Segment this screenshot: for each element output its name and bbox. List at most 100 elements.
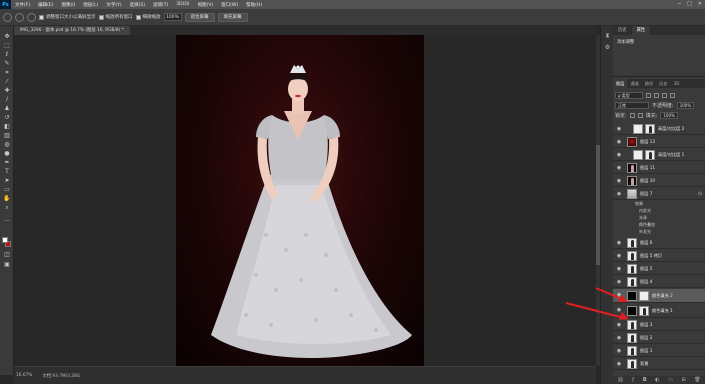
add-mask-icon[interactable]: ◘ (643, 377, 647, 383)
clone-stamp-icon[interactable]: ♟ (3, 106, 11, 112)
shape-tool-icon[interactable]: ▭ (3, 187, 11, 193)
menu-window[interactable]: 窗口(W) (217, 2, 242, 8)
layer-row[interactable]: ◉ 图层 5 拷贝 (613, 250, 705, 262)
eye-icon[interactable]: ◉ (616, 152, 622, 158)
menu-type[interactable]: 文字(Y) (102, 2, 125, 8)
layer-row[interactable]: ◉ 图层 7 fx (613, 188, 705, 200)
layer-row[interactable]: ◉ 高度/对比度 2 (613, 123, 705, 135)
effect-row[interactable]: 颜色叠加 (613, 222, 705, 229)
group-icon[interactable]: ▭ (668, 377, 673, 383)
tab-history-2[interactable]: 历史 (656, 79, 670, 88)
layer-mask-thumbnail[interactable] (645, 150, 655, 160)
eye-icon[interactable]: ◉ (616, 292, 622, 298)
eye-icon[interactable]: ◉ (616, 165, 622, 171)
eye-icon[interactable]: ◉ (616, 139, 622, 145)
crop-tool-icon[interactable]: ⌗ (3, 70, 11, 76)
effect-row[interactable]: 光泽 (613, 215, 705, 222)
layer-row[interactable]: ◉ 背景 (613, 358, 705, 370)
foreground-color-swatch[interactable] (2, 237, 8, 243)
tab-3d[interactable]: 3D (671, 79, 683, 88)
zoom-tool-icon[interactable] (3, 12, 12, 22)
layer-row[interactable]: ◉ 高度/对比度 1 (613, 149, 705, 161)
properties-panel-icon[interactable]: ⚙ (604, 44, 611, 51)
fill-field[interactable]: 100% (660, 111, 678, 119)
scrubby-zoom-checkbox[interactable]: 细微缩放 (135, 14, 161, 20)
layer-mask-thumbnail[interactable] (639, 291, 649, 301)
eye-icon[interactable]: ◉ (616, 335, 622, 341)
layer-row-selected[interactable]: ◉ 颜色填充 2 (613, 289, 705, 303)
new-layer-icon[interactable]: ⊞ (681, 377, 685, 383)
eye-icon[interactable]: ◉ (616, 240, 622, 246)
effects-badge[interactable]: fx (698, 191, 702, 196)
tab-channels[interactable]: 通道 (627, 79, 641, 88)
layer-mask-thumbnail[interactable] (639, 306, 649, 316)
lasso-tool-icon[interactable]: ℓ (3, 52, 11, 58)
lock-position-icon[interactable] (637, 112, 643, 118)
layer-row[interactable]: ◉ 图层 2 (613, 332, 705, 344)
menu-edit[interactable]: 编辑(E) (34, 2, 57, 8)
type-filter-icon[interactable] (662, 92, 667, 98)
layer-row[interactable]: ◉ 图层 11 (613, 162, 705, 174)
layer-row[interactable]: ◉ 图层 1 (613, 345, 705, 357)
type-tool-icon[interactable]: T (3, 169, 11, 175)
blend-mode-select[interactable]: 正常 (615, 101, 649, 109)
eye-icon[interactable]: ◉ (616, 191, 622, 197)
trash-icon[interactable]: 🗑 (694, 377, 700, 383)
zoom-out-icon[interactable] (27, 12, 36, 22)
eye-icon[interactable]: ◉ (616, 348, 622, 354)
layer-row[interactable]: ◉ 图层 13 (613, 136, 705, 148)
layer-row[interactable]: ◉ 图层 4 (613, 276, 705, 288)
eyedropper-tool-icon[interactable]: ⁄ (3, 79, 11, 85)
link-layers-icon[interactable]: ⛓ (617, 377, 623, 383)
minimize-icon[interactable]: ─ (678, 1, 681, 7)
tab-layers[interactable]: 图层 (613, 79, 628, 88)
path-select-icon[interactable]: ➤ (3, 178, 11, 184)
quick-mask-icon[interactable]: ◫ (3, 252, 11, 258)
effect-row[interactable]: 内发光 (613, 208, 705, 215)
quick-select-tool-icon[interactable]: ✎ (3, 61, 11, 67)
more-tools-icon[interactable]: … (3, 217, 11, 223)
layer-row[interactable]: ◉ 颜色填充 1 (613, 304, 705, 318)
adjust-filter-icon[interactable] (654, 92, 659, 98)
layer-row[interactable]: ◉ 图层 10 (613, 175, 705, 187)
gradient-tool-icon[interactable]: ▥ (3, 133, 11, 139)
eye-icon[interactable]: ◉ (616, 178, 622, 184)
document-tab[interactable]: IMG_3296 - 副本.psd @ 16.7% (图层 16, RGB/8)… (14, 26, 130, 35)
history-panel-icon[interactable]: ⧗ (604, 32, 611, 39)
eye-icon[interactable]: ◉ (616, 361, 622, 367)
healing-brush-icon[interactable]: ✚ (3, 88, 11, 94)
eye-icon[interactable]: ◉ (616, 279, 622, 285)
effect-row[interactable]: 外发光 (613, 229, 705, 236)
maximize-icon[interactable]: □ (687, 1, 692, 7)
marquee-tool-icon[interactable]: ⬚ (3, 43, 11, 49)
brush-tool-icon[interactable]: ∕ (3, 97, 11, 103)
kind-filter-select[interactable]: ρ 类型 (615, 91, 643, 99)
screen-mode-icon[interactable]: ▣ (3, 262, 11, 268)
eye-icon[interactable]: ◉ (616, 126, 622, 132)
pen-tool-icon[interactable]: ✒ (3, 160, 11, 166)
menu-layer[interactable]: 图层(L) (79, 2, 102, 8)
zoom-tool-icon[interactable]: ⌕ (3, 205, 11, 211)
history-brush-icon[interactable]: ↺ (3, 115, 11, 121)
pixel-filter-icon[interactable] (646, 92, 651, 98)
menu-image[interactable]: 图像(I) (57, 2, 79, 8)
eye-icon[interactable]: ◉ (616, 253, 622, 259)
menu-help[interactable]: 帮助(H) (242, 2, 266, 8)
menu-view[interactable]: 视图(V) (194, 2, 218, 8)
close-icon[interactable]: ✕ (698, 1, 702, 7)
blur-tool-icon[interactable]: ◍ (3, 142, 11, 148)
document-canvas[interactable] (176, 35, 424, 366)
eye-icon[interactable]: ◉ (616, 307, 622, 313)
menu-filter[interactable]: 滤镜(T) (149, 2, 172, 8)
resize-windows-checkbox[interactable]: 调整窗口大小以满屏显示 (39, 14, 96, 20)
zoom-readout[interactable]: 16.67% (16, 373, 32, 378)
layer-row[interactable]: ◉ 图层 5 (613, 263, 705, 275)
menu-file[interactable]: 文件(F) (11, 2, 34, 8)
zoom-all-windows-checkbox[interactable]: 缩放所有窗口 (98, 14, 133, 20)
effects-header-row[interactable]: 效果 (613, 201, 705, 208)
eye-icon[interactable]: ◉ (616, 266, 622, 272)
tab-history[interactable]: 历史 (613, 26, 632, 35)
adjustment-layer-icon[interactable]: ◐ (655, 377, 659, 383)
layer-mask-thumbnail[interactable] (645, 124, 655, 134)
fx-icon[interactable]: ƒ (632, 377, 634, 383)
